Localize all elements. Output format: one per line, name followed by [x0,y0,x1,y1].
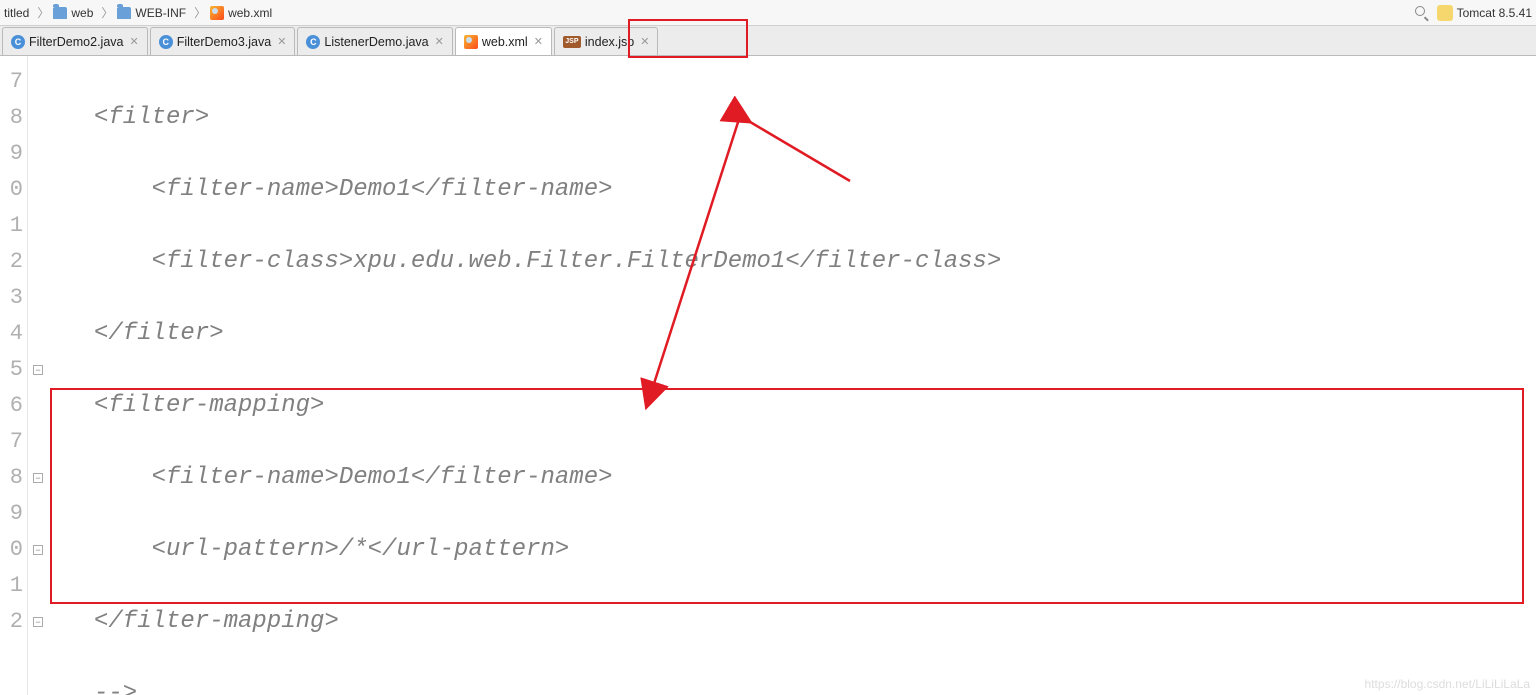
line-number: 1 [0,568,27,604]
close-icon[interactable]: ✕ [277,35,286,48]
close-icon[interactable]: ✕ [435,35,444,48]
line-number-gutter: 7 8 9 0 1 2 3 4 5 6 7 8 9 0 1 2 [0,56,28,695]
fold-marker-icon[interactable]: − [33,473,43,483]
breadcrumb: titled 〉 web 〉 WEB-INF 〉 web.xml Tomcat … [0,0,1536,26]
jsp-file-icon: JSP [563,36,581,48]
breadcrumb-label: titled [4,6,29,20]
class-icon: C [11,35,25,49]
breadcrumb-label: web [71,6,93,20]
close-icon[interactable]: ✕ [129,35,138,48]
code-line[interactable]: </filter> [94,316,1528,352]
xml-file-icon [464,35,478,49]
class-icon: C [306,35,320,49]
folder-icon [53,7,67,19]
tab-filterdemo3[interactable]: C FilterDemo3.java ✕ [150,27,296,55]
class-icon: C [159,35,173,49]
line-number: 7 [0,64,27,100]
chevron-right-icon: 〉 [101,4,113,21]
line-number: 9 [0,136,27,172]
breadcrumb-label: web.xml [228,6,272,20]
tab-label: FilterDemo2.java [29,35,123,49]
tab-filterdemo2[interactable]: C FilterDemo2.java ✕ [2,27,148,55]
tab-listenerdemo[interactable]: C ListenerDemo.java ✕ [297,27,452,55]
line-number: 6 [0,388,27,424]
xml-file-icon [210,6,224,20]
code-line[interactable]: <filter-name>Demo1</filter-name> [94,460,1528,496]
code-area[interactable]: <filter> <filter-name>Demo1</filter-name… [48,56,1536,695]
code-line[interactable]: <url-pattern>/*</url-pattern> [94,532,1528,568]
fold-marker-icon[interactable]: − [33,545,43,555]
breadcrumb-seg-file[interactable]: web.xml [210,6,272,20]
line-number: 8 [0,460,27,496]
tab-label: FilterDemo3.java [177,35,271,49]
code-line[interactable]: <filter-mapping> [94,388,1528,424]
code-line[interactable]: <filter-name>Demo1</filter-name> [94,172,1528,208]
tab-label: web.xml [482,35,528,49]
line-number: 3 [0,280,27,316]
fold-marker-icon[interactable]: − [33,617,43,627]
line-number: 4 [0,316,27,352]
code-line[interactable]: <filter-class>xpu.edu.web.Filter.FilterD… [94,244,1528,280]
search-icon[interactable] [1415,6,1429,20]
folder-icon [117,7,131,19]
breadcrumb-seg-webinf[interactable]: WEB-INF [117,6,186,20]
editor-tabs: C FilterDemo2.java ✕ C FilterDemo3.java … [0,26,1536,56]
tab-label: ListenerDemo.java [324,35,428,49]
run-config-tomcat[interactable]: Tomcat 8.5.41 [1437,5,1532,21]
fold-gutter: − − − − [28,56,48,695]
tab-indexjsp[interactable]: JSP index.jsp ✕ [554,27,659,55]
tab-label: index.jsp [585,35,634,49]
fold-marker-icon[interactable]: − [33,365,43,375]
run-config-label: Tomcat 8.5.41 [1457,6,1532,20]
line-number: 9 [0,496,27,532]
toolbar-right: Tomcat 8.5.41 [1415,0,1532,26]
tab-webxml[interactable]: web.xml ✕ [455,27,552,55]
code-line[interactable]: </filter-mapping> [94,604,1528,640]
line-number: 2 [0,244,27,280]
close-icon[interactable]: ✕ [640,35,649,48]
line-number: 0 [0,532,27,568]
breadcrumb-label: WEB-INF [135,6,186,20]
line-number: 5 [0,352,27,388]
watermark-text: https://blog.csdn.net/LiLiLiLaLa [1365,677,1530,691]
code-editor[interactable]: 7 8 9 0 1 2 3 4 5 6 7 8 9 0 1 2 − − − − … [0,56,1536,695]
line-number: 1 [0,208,27,244]
line-number: 2 [0,604,27,640]
chevron-right-icon: 〉 [194,4,206,21]
breadcrumb-seg-project[interactable]: titled [4,6,29,20]
code-line[interactable]: <filter> [94,100,1528,136]
tomcat-icon [1437,5,1453,21]
line-number: 8 [0,100,27,136]
chevron-right-icon: 〉 [37,4,49,21]
line-number: 0 [0,172,27,208]
close-icon[interactable]: ✕ [534,35,543,48]
line-number: 7 [0,424,27,460]
breadcrumb-seg-web[interactable]: web [53,6,93,20]
code-line[interactable]: --> [94,676,1528,695]
